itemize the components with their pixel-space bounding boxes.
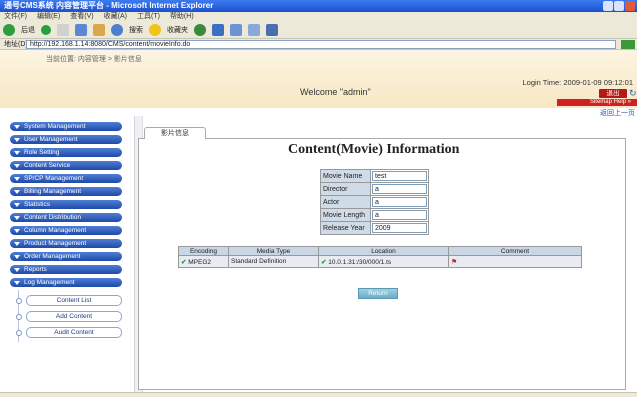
quick-links-bar[interactable]: Sitemap Help »: [557, 99, 637, 106]
movie-length-field[interactable]: a: [372, 210, 427, 220]
bullet-icon: [16, 330, 22, 336]
sidebar-item-role[interactable]: Role Setting: [10, 148, 122, 157]
sidebar-item-statistics[interactable]: Statistics: [10, 200, 122, 209]
login-time: Login Time: 2009-01-09 09:12:01: [522, 78, 634, 87]
location-value: 10.0.1.31:/30/000/1.ts: [328, 258, 392, 266]
sidebar-item-log[interactable]: Log Management: [10, 278, 122, 287]
menu-tools[interactable]: 工具(T): [137, 12, 160, 21]
media-file-table: Encoding Media Type Location Comment ✔ M…: [178, 246, 582, 268]
back-label[interactable]: 后退: [21, 25, 35, 35]
director-field[interactable]: a: [372, 184, 427, 194]
favorites-label[interactable]: 收藏夹: [167, 25, 188, 35]
sidebar-item-reports[interactable]: Reports: [10, 265, 122, 274]
edit-icon[interactable]: [266, 23, 278, 36]
encoding-value: MPEG2: [188, 258, 212, 266]
forward-arrow-icon[interactable]: [41, 24, 51, 35]
field-label: Director: [320, 182, 371, 196]
sidebar-item-billing[interactable]: Billing Management: [10, 187, 122, 196]
breadcrumb: 当前位置: 内容管理 > 影片信息: [46, 56, 142, 63]
sidebar: System Management User Management Role S…: [0, 116, 143, 392]
check-icon: ✔: [181, 258, 187, 266]
check-icon: ✔: [321, 258, 327, 266]
window-titlebar: 通号CMS系统 内容管理平台 - Microsoft Internet Expl…: [0, 0, 637, 12]
column-header: Comment: [448, 246, 582, 256]
window-title: 通号CMS系统 内容管理平台 - Microsoft Internet Expl…: [4, 1, 214, 10]
welcome-message: Welcome "admin": [300, 87, 371, 97]
back-link[interactable]: 返回上一页: [600, 108, 635, 118]
actor-field[interactable]: a: [372, 197, 427, 207]
menu-edit[interactable]: 编辑(E): [37, 12, 60, 21]
sidebar-item-spcp[interactable]: SP/CP Management: [10, 174, 122, 183]
field-label: Movie Length: [320, 208, 371, 222]
field-label: Actor: [320, 195, 371, 209]
table-header-row: Encoding Media Type Location Comment: [178, 246, 582, 256]
refresh-icon[interactable]: [75, 23, 87, 36]
window-controls: [603, 1, 635, 11]
column-header: Media Type: [228, 246, 319, 256]
column-header: Location: [318, 246, 449, 256]
menu-view[interactable]: 查看(V): [70, 12, 93, 21]
sidebar-item-product[interactable]: Product Management: [10, 239, 122, 248]
media-type-cell: Standard Definition: [228, 255, 319, 268]
sidebar-subitem-content-list[interactable]: Content List: [26, 295, 122, 306]
home-icon[interactable]: [93, 23, 105, 36]
address-label: 地址(D): [4, 41, 28, 48]
encoding-cell: ✔ MPEG2: [178, 255, 229, 268]
close-button[interactable]: [625, 1, 635, 11]
history-icon[interactable]: [212, 23, 224, 36]
movie-info-form: Movie Name test Director a Actor a Movie…: [320, 169, 429, 235]
status-bar: [0, 392, 637, 397]
sidebar-item-content-service[interactable]: Content Service: [10, 161, 122, 170]
sidebar-item-user[interactable]: User Management: [10, 135, 122, 144]
page-title: Content(Movie) Information: [288, 142, 460, 157]
bullet-icon: [16, 298, 22, 304]
column-header: Encoding: [178, 246, 229, 256]
search-icon[interactable]: [111, 23, 123, 36]
sidebar-subitem-add-content[interactable]: Add Content: [26, 311, 122, 322]
refresh-icon[interactable]: ↻: [629, 88, 637, 98]
maximize-button[interactable]: [614, 1, 624, 11]
go-button[interactable]: [621, 40, 635, 49]
location-cell: ✔ 10.0.1.31:/30/000/1.ts: [318, 255, 449, 268]
media-icon[interactable]: [194, 23, 206, 36]
logout-button[interactable]: 退出: [599, 89, 627, 98]
sidebar-item-distribution[interactable]: Content Distribution: [10, 213, 122, 222]
address-bar: 地址(D) http://192.168.1.14:8080/CMS/conte…: [0, 39, 637, 50]
page-header: 当前位置: 内容管理 > 影片信息 Login Time: 2009-01-09…: [0, 50, 637, 118]
minimize-button[interactable]: [603, 1, 613, 11]
sidebar-item-system[interactable]: System Management: [10, 122, 122, 131]
release-year-field[interactable]: 2009: [372, 223, 427, 233]
print-icon[interactable]: [248, 23, 260, 36]
menu-favorites[interactable]: 收藏(A): [104, 12, 127, 21]
field-label: Movie Name: [320, 169, 371, 183]
bullet-icon: [16, 314, 22, 320]
sidebar-item-order[interactable]: Order Management: [10, 252, 122, 261]
main-content: 影片信息 Content(Movie) Information Movie Na…: [138, 122, 636, 392]
header-subbar: [0, 108, 637, 116]
address-input[interactable]: http://192.168.1.14:8080/CMS/content/mov…: [26, 40, 616, 49]
stop-icon[interactable]: [57, 23, 69, 36]
browser-toolbar: 后退 搜索 收藏夹: [0, 21, 637, 39]
comment-cell: ⚑: [448, 255, 582, 268]
return-button[interactable]: Return: [358, 288, 398, 299]
movie-name-field[interactable]: test: [372, 171, 427, 181]
menu-bar: 文件(F) 编辑(E) 查看(V) 收藏(A) 工具(T) 帮助(H): [0, 12, 637, 21]
table-row: ✔ MPEG2 Standard Definition ✔ 10.0.1.31:…: [178, 255, 582, 268]
field-label: Release Year: [320, 221, 371, 235]
tab-movie-info[interactable]: 影片信息: [144, 127, 206, 139]
menu-file[interactable]: 文件(F): [4, 12, 27, 21]
search-label[interactable]: 搜索: [129, 25, 143, 35]
sidebar-item-column[interactable]: Column Management: [10, 226, 122, 235]
menu-help[interactable]: 帮助(H): [170, 12, 194, 21]
sidebar-subitem-audit-content[interactable]: Audit Content: [26, 327, 122, 338]
favorites-star-icon[interactable]: [149, 23, 161, 36]
back-arrow-icon[interactable]: [3, 23, 15, 36]
mail-icon[interactable]: [230, 23, 242, 36]
flag-icon[interactable]: ⚑: [451, 259, 457, 266]
